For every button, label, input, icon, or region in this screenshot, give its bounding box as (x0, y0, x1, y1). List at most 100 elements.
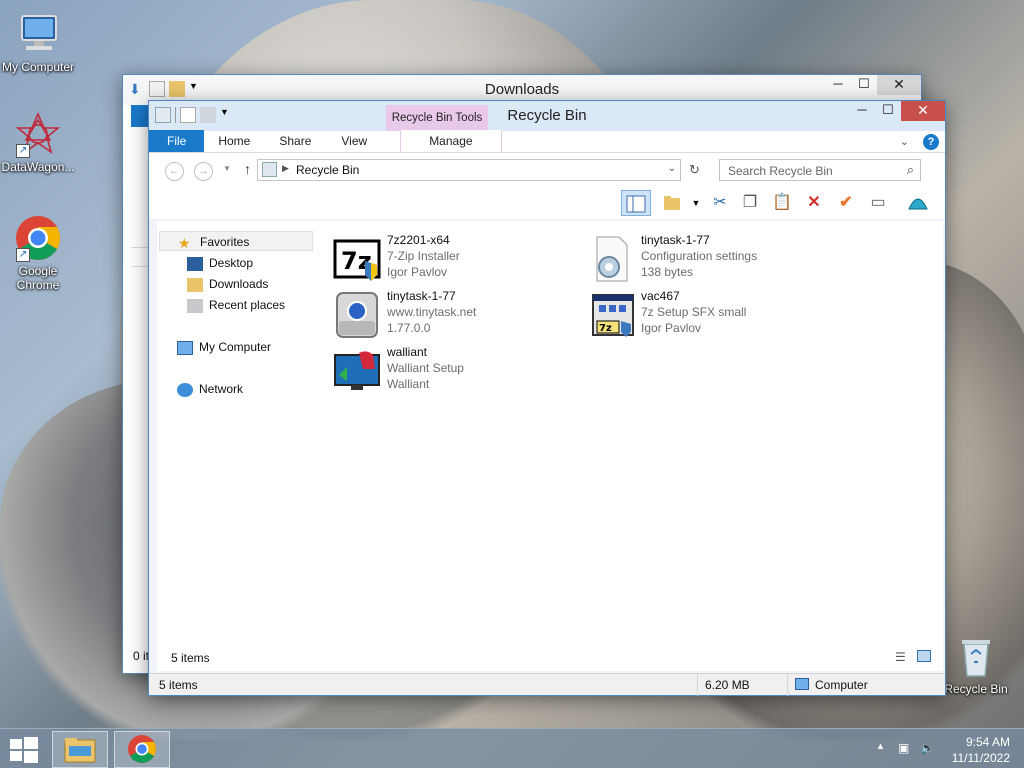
help-icon[interactable]: ? (923, 134, 939, 150)
nav-recent-places[interactable]: Recent places (187, 295, 285, 315)
tab-home[interactable]: Home (204, 130, 264, 152)
new-folder-icon[interactable] (169, 81, 185, 97)
taskbar: ▲ ▣ 🔈 9:54 AM 11/11/2022 (0, 728, 1024, 768)
copy-icon[interactable]: ❐ (737, 190, 763, 216)
ribbon-tabs: File Home Share View Manage ⌄ ? (149, 130, 945, 153)
walliant-icon (333, 347, 381, 395)
7zip-installer-icon: 7z (333, 235, 381, 283)
ribbon-expand-chevron-icon[interactable]: ⌄ (900, 135, 909, 148)
refresh-icon[interactable]: ↻ (689, 162, 700, 178)
tab-manage[interactable]: Manage (400, 130, 502, 152)
nav-favorites[interactable]: ★ Favorites (159, 231, 313, 251)
chrome-icon (128, 735, 156, 763)
desktop-icon-label: DataWagon... (1, 160, 75, 174)
down-arrow-icon[interactable]: ⬇ (129, 81, 145, 97)
properties-icon[interactable]: ▭ (865, 190, 891, 216)
quick-access-toolbar: ▼ (155, 107, 236, 123)
properties-icon[interactable] (180, 107, 196, 123)
search-icon[interactable]: ⌕ (907, 162, 914, 178)
list-item[interactable]: 7z 7z2201-x64 7-Zip Installer Igor Pavlo… (333, 233, 573, 285)
tab-view[interactable]: View (326, 130, 382, 152)
inner-status-count: 5 items (171, 651, 210, 665)
tab-file[interactable]: File (149, 130, 205, 152)
recycle-bin-window[interactable]: ▼ Recycle Bin Tools Recycle Bin ─ ☐ ✕ Fi… (148, 100, 946, 696)
file-description: Walliant Setup (387, 361, 464, 375)
address-bar[interactable]: ▶ Recycle Bin ⌄ (257, 159, 681, 181)
forward-button[interactable]: → (194, 162, 213, 181)
desktop-icon-label: Google Chrome (16, 264, 60, 292)
shortcut-arrow-icon: ↗ (16, 248, 30, 262)
recent-pages-dropdown-icon[interactable]: ▼ (223, 164, 231, 173)
computer-icon (14, 10, 62, 58)
maximize-button[interactable]: ☐ (851, 75, 877, 95)
svg-text:7z: 7z (599, 323, 612, 334)
file-description: 7-Zip Installer (387, 249, 460, 263)
folder-options-icon[interactable] (659, 190, 685, 216)
maximize-button[interactable]: ☐ (875, 101, 901, 121)
config-settings-icon (587, 235, 635, 283)
delete-icon[interactable]: ✕ (801, 190, 827, 216)
nav-label: My Computer (199, 340, 272, 354)
status-size: 6.20 MB (705, 678, 750, 692)
details-view-icon[interactable]: ☰ (895, 650, 906, 664)
list-item[interactable]: walliant Walliant Setup Walliant (333, 345, 573, 397)
chrome-icon: ↗ (14, 214, 62, 262)
taskbar-file-explorer[interactable] (52, 731, 108, 768)
desktop-icon (187, 256, 203, 271)
nav-downloads[interactable]: Downloads (187, 274, 268, 294)
file-version: 1.77.0.0 (387, 321, 431, 335)
navigation-pane: ★ Favorites Desktop Downloads Recent plac… (149, 221, 313, 641)
start-button[interactable] (10, 737, 38, 763)
file-name: tinytask-1-77 (387, 289, 456, 303)
volume-icon[interactable]: 🔈 (920, 741, 935, 755)
status-items: 0 it (133, 649, 150, 663)
nav-network[interactable]: Network (177, 379, 243, 399)
nav-my-computer[interactable]: My Computer (177, 337, 271, 357)
clock[interactable]: 9:54 AM 11/11/2022 (952, 734, 1010, 766)
downloads-folder-icon (187, 277, 203, 292)
status-bar: 5 items 6.20 MB Computer (149, 673, 945, 696)
search-input[interactable]: Search Recycle Bin ⌕ (719, 159, 921, 181)
computer-icon (795, 678, 809, 690)
contextual-tab-label: Recycle Bin Tools (386, 105, 488, 131)
nav-desktop[interactable]: Desktop (187, 253, 253, 273)
back-button[interactable]: ← (165, 162, 184, 181)
breadcrumb-arrow-icon[interactable]: ▶ (282, 163, 289, 174)
qat-dropdown-icon[interactable]: ▼ (220, 107, 236, 123)
rename-icon[interactable] (200, 107, 216, 123)
list-item[interactable]: tinytask-1-77 www.tinytask.net 1.77.0.0 (333, 289, 573, 341)
desktop-icon-datawagon[interactable]: ↗ DataWagon... (0, 110, 76, 174)
paste-icon[interactable]: 📋 (769, 190, 795, 216)
cut-icon[interactable]: ✂ (707, 190, 733, 216)
breadcrumb[interactable]: Recycle Bin (296, 163, 359, 177)
network-tray-icon[interactable]: ▣ (898, 741, 909, 755)
close-button[interactable]: ✕ (877, 75, 921, 95)
file-name: walliant (387, 345, 428, 359)
window-title: Recycle Bin (507, 107, 587, 124)
show-hidden-icons-icon[interactable]: ▲ (876, 741, 885, 751)
large-icons-view-icon[interactable] (917, 650, 931, 662)
recycle-bin-small-icon[interactable] (155, 107, 171, 123)
desktop-icon-my-computer[interactable]: My Computer (0, 10, 76, 74)
minimize-button[interactable]: ─ (825, 75, 851, 95)
minimize-button[interactable]: ─ (849, 101, 875, 121)
restore-icon[interactable]: ✔ (833, 190, 859, 216)
file-name: tinytask-1-77 (641, 233, 710, 247)
close-button[interactable]: ✕ (901, 101, 945, 121)
taskbar-chrome[interactable] (114, 731, 170, 768)
folder-options-dropdown-icon[interactable]: ▼ (683, 190, 709, 216)
address-dropdown-icon[interactable]: ⌄ (668, 163, 676, 174)
datawagon-icon: ↗ (14, 110, 62, 158)
tab-share[interactable]: Share (264, 130, 326, 152)
recycle-bin-small-icon (262, 162, 277, 177)
list-item[interactable]: 7z vac467 7z Setup SFX small Igor Pavlov (587, 289, 827, 341)
desktop-icon-chrome[interactable]: ↗ Google Chrome (0, 214, 76, 292)
recycle-titlebar[interactable]: ▼ Recycle Bin Tools Recycle Bin ─ ☐ ✕ (149, 101, 945, 131)
preview-pane-icon[interactable] (621, 190, 651, 216)
shell-icon[interactable] (905, 190, 931, 216)
up-button[interactable]: ↑ (244, 161, 251, 177)
desktop-icon-recycle-bin[interactable]: Recycle Bin (938, 632, 1014, 696)
list-item[interactable]: tinytask-1-77 Configuration settings 138… (587, 233, 827, 285)
properties-icon[interactable] (149, 81, 165, 97)
qat-dropdown-icon[interactable]: ▼ (189, 81, 205, 97)
